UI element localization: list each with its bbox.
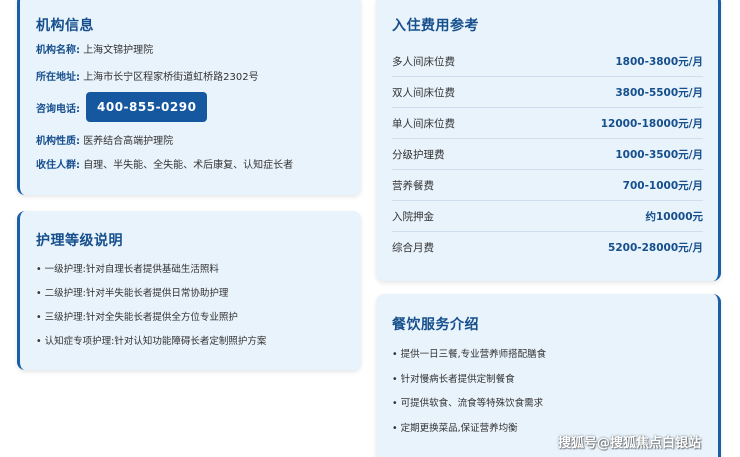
dining-item: • 提供一日三餐,专业营养师搭配膳食 <box>392 349 547 360</box>
fee-name: 单人间床位费 <box>392 117 455 130</box>
phone-button[interactable]: 400-855-0290 <box>86 92 208 122</box>
fee-name: 多人间床位费 <box>392 55 455 68</box>
fee-value: 1000-3500元/月 <box>615 148 703 161</box>
watermark: 搜狐号@搜狐焦点白银站 <box>558 436 702 451</box>
nature-row: 机构性质: 医养结合高端护理院 <box>36 132 173 147</box>
fee-row: 多人间床位费 1800-3800元/月 <box>392 46 703 77</box>
target-value: 自理、半失能、全失能、术后康复、认知症长者 <box>83 160 294 171</box>
fee-value: 5200-28000元/月 <box>608 242 703 254</box>
fee-row: 营养餐费 700-1000元/月 <box>392 170 703 201</box>
target-row: 收住人群: 自理、半失能、全失能、术后康复、认知症长者 <box>36 156 293 171</box>
institution-name-label: 机构名称: <box>36 45 80 56</box>
care-level-item: • 二级护理:针对半失能长者提供日常协助护理 <box>36 288 229 299</box>
fee-reference-card: 入住费用参考 多人间床位费 1800-3800元/月 双人间床位费 3800-5… <box>376 0 721 281</box>
dining-service-title: 餐饮服务介绍 <box>392 317 479 333</box>
fee-name: 营养餐费 <box>392 179 434 192</box>
fee-value: 约10000元 <box>645 210 703 223</box>
fee-name: 入院押金 <box>392 210 434 223</box>
fee-row: 单人间床位费 12000-18000元/月 <box>392 108 703 139</box>
care-level-item: • 认知症专项护理:针对认知功能障碍长者定制照护方案 <box>36 336 267 347</box>
fee-value: 700-1000元/月 <box>622 179 703 192</box>
fee-row: 入院押金 约10000元 <box>392 201 703 232</box>
fee-reference-title: 入住费用参考 <box>392 18 479 34</box>
care-level-title: 护理等级说明 <box>36 233 123 249</box>
phone-row: 咨询电话: 400-855-0290 <box>36 92 208 122</box>
fee-name: 综合月费 <box>392 242 434 254</box>
care-level-item: • 一级护理:针对自理长者提供基础生活照料 <box>36 264 219 275</box>
fee-name: 分级护理费 <box>392 148 445 161</box>
fee-name: 双人间床位费 <box>392 86 455 99</box>
fee-row: 综合月费 5200-28000元/月 <box>392 232 703 263</box>
dining-item: • 针对慢病长者提供定制餐食 <box>392 374 515 385</box>
dining-item: • 可提供软食、流食等特殊饮食需求 <box>392 398 544 409</box>
fee-row: 双人间床位费 3800-5500元/月 <box>392 77 703 108</box>
dining-item: • 定期更换菜品,保证营养均衡 <box>392 423 518 434</box>
fee-value: 1800-3800元/月 <box>615 55 703 68</box>
fee-value: 12000-18000元/月 <box>600 117 703 130</box>
nature-label: 机构性质: <box>36 136 80 147</box>
institution-name-value: 上海文锦护理院 <box>83 45 154 56</box>
address-row: 所在地址: 上海市长宁区程家桥街道虹桥路2302号 <box>36 68 259 83</box>
nature-value: 医养结合高端护理院 <box>83 136 174 147</box>
phone-label: 咨询电话: <box>36 103 80 115</box>
care-level-card: 护理等级说明 • 一级护理:针对自理长者提供基础生活照料 • 二级护理:针对半失… <box>17 211 361 370</box>
address-label: 所在地址: <box>36 72 80 83</box>
fee-value: 3800-5500元/月 <box>615 86 703 99</box>
target-label: 收住人群: <box>36 160 80 171</box>
institution-info-card: 机构信息 机构名称: 上海文锦护理院 所在地址: 上海市长宁区程家桥街道虹桥路2… <box>17 0 361 195</box>
address-value: 上海市长宁区程家桥街道虹桥路2302号 <box>83 72 259 83</box>
fee-table: 多人间床位费 1800-3800元/月 双人间床位费 3800-5500元/月 … <box>392 46 703 263</box>
institution-name-row: 机构名称: 上海文锦护理院 <box>36 41 153 56</box>
institution-info-title: 机构信息 <box>36 18 94 34</box>
fee-row: 分级护理费 1000-3500元/月 <box>392 139 703 170</box>
care-level-item: • 三级护理:针对全失能长者提供全方位专业照护 <box>36 312 238 323</box>
